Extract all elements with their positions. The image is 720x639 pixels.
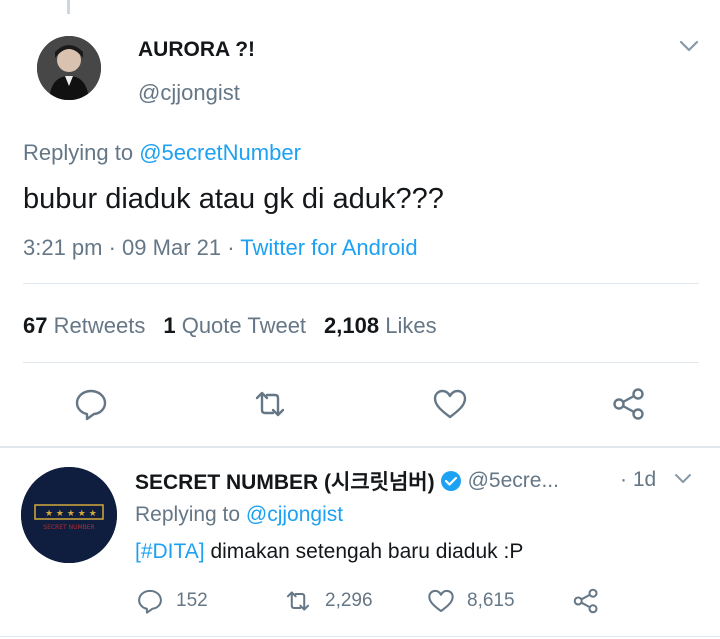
source-link[interactable]: Twitter for Android — [240, 235, 417, 260]
chevron-down-icon[interactable] — [677, 36, 701, 56]
reply-handle[interactable]: @5ecre... — [468, 469, 559, 493]
reply-reply-button[interactable]: 152 — [136, 586, 208, 616]
reply-display-name[interactable]: SECRET NUMBER (시크릿넘버) — [135, 466, 435, 496]
thread-connector-line — [67, 0, 70, 14]
divider — [0, 636, 720, 637]
tweet-stats: 67 Retweets 1 Quote Tweet 2,108 Likes — [23, 313, 437, 339]
chevron-down-icon[interactable] — [672, 470, 694, 488]
reply-avatar-logo-text: SECRET NUMBER — [43, 524, 94, 531]
verified-icon — [440, 471, 461, 491]
reply-retweet-button[interactable]: 2,296 — [283, 586, 373, 616]
replying-prefix: Replying to — [23, 140, 140, 165]
quotes-stat[interactable]: 1 Quote Tweet — [163, 313, 306, 338]
like-icon — [428, 589, 454, 613]
reply-share-button[interactable] — [572, 586, 612, 616]
retweet-count: 2,296 — [325, 590, 373, 611]
retweets-stat[interactable]: 67 Retweets — [23, 313, 145, 338]
avatar[interactable] — [37, 36, 101, 100]
reply-count: 152 — [176, 590, 208, 611]
likes-stat[interactable]: 2,108 Likes — [324, 313, 437, 338]
divider — [23, 362, 699, 363]
reply-replying-prefix: Replying to — [135, 503, 246, 526]
section-separator — [0, 446, 720, 448]
replying-to-link[interactable]: @5ecretNumber — [139, 140, 301, 165]
reply-text: [#DITA] dimakan setengah baru diaduk :P — [135, 540, 523, 564]
share-icon[interactable] — [611, 386, 647, 422]
timestamp: 3:21 pm · 09 Mar 21 · — [23, 235, 241, 260]
retweet-icon — [286, 591, 310, 611]
display-name[interactable]: AURORA ?! — [138, 38, 255, 62]
like-icon[interactable] — [432, 386, 468, 422]
like-count: 8,615 — [467, 590, 515, 611]
reply-like-button[interactable]: 8,615 — [427, 586, 515, 616]
user-handle[interactable]: @cjjongist — [138, 80, 240, 106]
replying-to: Replying to @5ecretNumber — [23, 140, 301, 166]
reply-replying-to-link[interactable]: @cjjongist — [246, 503, 343, 526]
reply-timestamp[interactable]: · 1d — [620, 468, 656, 492]
hashtag-link[interactable]: [#DITA] — [135, 540, 205, 563]
reply-body: dimakan setengah baru diaduk :P — [204, 540, 524, 563]
reply-header: SECRET NUMBER (시크릿넘버) @5ecre... — [135, 466, 559, 496]
reply-replying-to: Replying to @cjjongist — [135, 503, 343, 527]
reply-icon — [138, 589, 162, 614]
reply-avatar[interactable]: ★ ★ ★ ★ ★ SECRET NUMBER — [21, 467, 117, 563]
tweet-meta: 3:21 pm · 09 Mar 21 · Twitter for Androi… — [23, 235, 418, 261]
share-icon — [573, 588, 598, 614]
svg-text:★ ★ ★ ★ ★: ★ ★ ★ ★ ★ — [45, 509, 97, 519]
divider — [23, 283, 699, 284]
retweet-icon[interactable] — [252, 386, 288, 422]
reply-icon[interactable] — [73, 386, 109, 422]
tweet-text: bubur diaduk atau gk di aduk??? — [23, 183, 444, 215]
